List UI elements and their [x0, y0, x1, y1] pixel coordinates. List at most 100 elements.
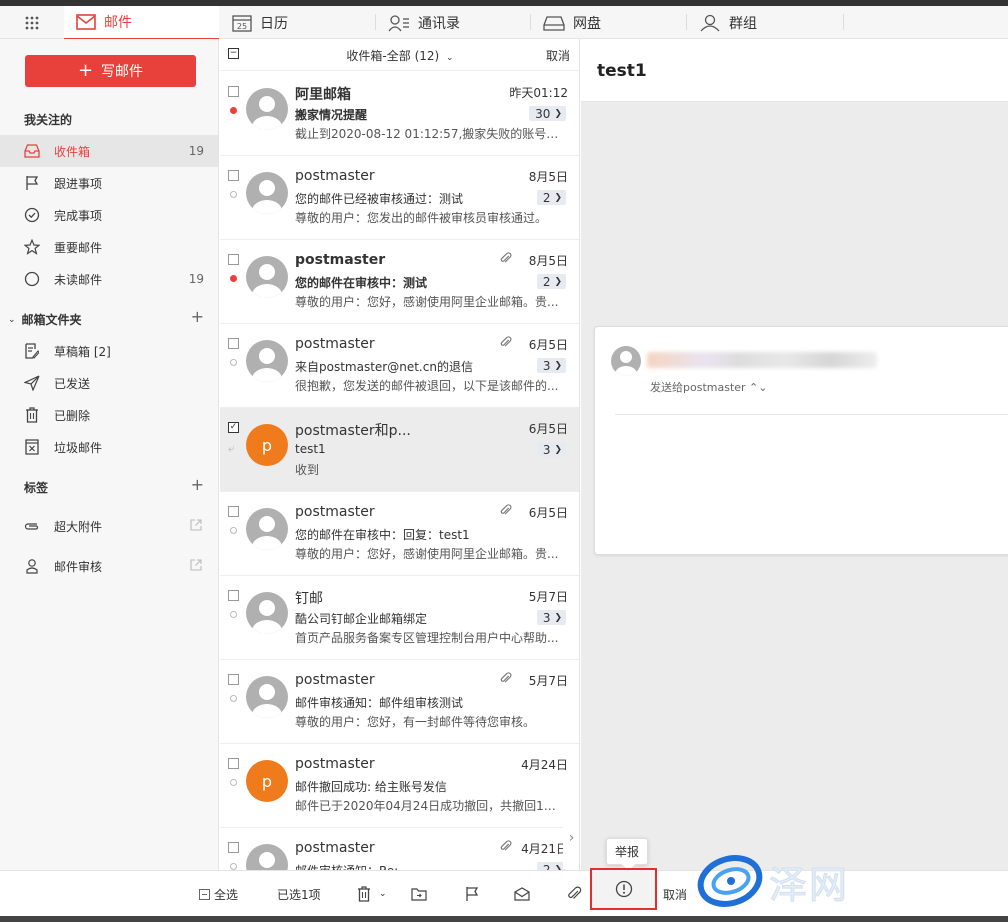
mail-list-item[interactable]: postmaster 8月5日 您的邮件在审核中：测试 2 ❯ 尊敬的用户：您好，感谢使用… — [220, 240, 579, 324]
inbox-icon — [24, 143, 40, 159]
sidebar-item-label: 超大附件 — [54, 519, 103, 534]
sidebar-item-label: 已删除 — [54, 408, 91, 423]
mail-list-item[interactable]: postmaster 6月5日 来自postmaster@net.cn的退信 3 ❯ 很抱… — [220, 324, 579, 408]
read-dot-icon[interactable] — [230, 863, 237, 870]
sidebar-item-follow-up[interactable]: 跟进事项 — [0, 167, 218, 199]
attachment-button[interactable] — [566, 871, 582, 917]
mail-list-item[interactable]: postmaster 5月7日 邮件审核通知：邮件组审核测试 尊敬的用户：您好，有一封… — [220, 660, 579, 744]
sidebar-item-large-attachment[interactable]: 超大附件 — [0, 510, 218, 542]
tab-calendar[interactable]: 25 日历 — [232, 6, 288, 39]
tab-drive-label: 网盘 — [573, 15, 601, 32]
mail-sender: postmaster和p... — [295, 423, 411, 439]
read-dot-icon[interactable] — [230, 527, 237, 534]
chevron-down-icon[interactable]: ⌄ — [379, 889, 387, 899]
mail-checkbox[interactable] — [228, 506, 239, 517]
mail-list-header: − 收件箱-全部 (12) ⌄ 取消 — [220, 39, 579, 71]
apps-grid-icon[interactable] — [0, 6, 64, 39]
unread-dot-icon[interactable] — [230, 275, 237, 282]
mail-list-item[interactable]: postmaster 4月21日邮件审核通知：Re: 2❯ — [220, 828, 579, 870]
mail-preview: 首页产品服务备案专区管理控制台用户中心帮助... — [295, 631, 559, 645]
mail-list-item[interactable]: ✓ ⤶ p postmaster和p... 6月5日 test1 3 ❯ 收到 — [220, 408, 579, 492]
sidebar-item-inbox[interactable]: 收件箱 19 — [0, 135, 218, 167]
tags-section-title: 标签 — [24, 481, 49, 495]
delete-button[interactable]: ⌄ — [357, 871, 387, 917]
tab-group[interactable]: 群组 — [699, 6, 757, 39]
mark-read-button[interactable] — [514, 871, 530, 917]
read-dot-icon[interactable] — [230, 611, 237, 618]
sidebar-item-mail-audit[interactable]: 邮件审核 — [0, 550, 218, 582]
mail-list-item[interactable]: 钉邮 5月7日 酷公司钉邮企业邮箱绑定 3 ❯ 首页产品服务备案专区管理控制台用户中心帮助… — [220, 576, 579, 660]
mail-subject: 邮件审核通知：邮件组审核测试 — [295, 696, 464, 710]
thread-count-badge[interactable]: 2 ❯ — [536, 274, 566, 289]
read-dot-icon[interactable] — [230, 695, 237, 702]
sidebar-item-spam[interactable]: 垃圾邮件 — [0, 431, 218, 463]
sidebar-item-done[interactable]: 完成事项 — [0, 199, 218, 231]
sidebar-item-deleted[interactable]: 已删除 — [0, 399, 218, 431]
sidebar-item-sent[interactable]: 已发送 — [0, 367, 218, 399]
sidebar-item-drafts[interactable]: 草稿箱 [2] — [0, 335, 218, 367]
mail-checkbox[interactable] — [228, 86, 239, 97]
flag-button[interactable] — [465, 871, 479, 917]
folders-section-toggle[interactable]: ⌄ 邮箱文件夹 — [8, 311, 82, 328]
thread-count-badge[interactable]: 30 ❯ — [529, 106, 566, 121]
plus-icon: + — [77, 60, 94, 81]
thread-count-badge[interactable]: 3 ❯ — [536, 358, 566, 373]
envelope-open-icon — [514, 887, 530, 901]
sidebar-item-unread[interactable]: 未读邮件 19 — [0, 263, 218, 295]
watermark-logo: 泽网 — [697, 848, 867, 914]
mail-checkbox[interactable] — [228, 590, 239, 601]
nav-separator — [375, 14, 376, 30]
mail-checkbox[interactable]: ✓ — [228, 422, 239, 433]
sidebar-item-label: 收件箱 — [54, 144, 91, 159]
thread-count-badge[interactable]: 3 ❯ — [536, 610, 566, 625]
nav-separator — [843, 14, 844, 30]
cancel-selection-button[interactable]: 取消 — [546, 47, 570, 64]
mail-sender: postmaster — [295, 336, 375, 352]
read-dot-icon[interactable] — [230, 779, 237, 786]
mail-checkbox[interactable] — [228, 758, 239, 769]
mail-checkbox[interactable] — [228, 674, 239, 685]
thread-count-badge[interactable]: 2 ❯ — [536, 190, 566, 205]
thread-count-badge[interactable]: 3 ❯ — [536, 442, 566, 457]
add-folder-button[interactable]: + — [191, 307, 204, 326]
mail-list-item[interactable]: p postmaster 4月24日 邮件撤回成功: 给主账号发信 邮件已于2020年0… — [220, 744, 579, 828]
mail-checkbox[interactable] — [228, 842, 239, 853]
mail-preview: 截止到2020-08-12 01:12:57,搬家失败的账号数：... — [295, 127, 565, 141]
mail-list-item[interactable]: postmaster 8月5日 您的邮件已经被审核通过：测试 2 ❯ 尊敬的用户：您发出的… — [220, 156, 579, 240]
sidebar-item-label: 已发送 — [54, 376, 91, 391]
read-dot-icon[interactable] — [230, 359, 237, 366]
collapse-reader-arrow-icon[interactable]: › — [563, 807, 579, 869]
compose-button[interactable]: + 写邮件 — [25, 55, 196, 87]
mail-checkbox[interactable] — [228, 254, 239, 265]
move-to-folder-button[interactable] — [411, 871, 427, 917]
folder-filter-dropdown[interactable]: 收件箱-全部 (12) ⌄ — [220, 47, 579, 64]
drive-icon — [543, 15, 565, 31]
mail-checkbox[interactable] — [228, 338, 239, 349]
read-dot-icon[interactable] — [230, 191, 237, 198]
sender-avatar — [246, 676, 288, 718]
sidebar-item-important[interactable]: 重要邮件 — [0, 231, 218, 263]
attachment-icon — [24, 518, 40, 534]
external-link-icon[interactable] — [190, 558, 202, 574]
mail-subject: 您的邮件在审核中：回复：test1 — [295, 528, 470, 542]
select-all-button[interactable]: 全选 — [199, 871, 238, 917]
mail-checkbox[interactable] — [228, 170, 239, 181]
add-tag-button[interactable]: + — [191, 475, 204, 494]
tab-mail[interactable]: 邮件 — [64, 6, 219, 40]
avatar-initial: p — [261, 771, 273, 791]
unread-dot-icon[interactable] — [230, 107, 237, 114]
cancel-button[interactable]: 取消 — [663, 871, 687, 917]
external-link-icon[interactable] — [190, 518, 202, 534]
tab-contacts[interactable]: 通讯录 — [388, 6, 460, 39]
svg-text:25: 25 — [237, 22, 247, 31]
thread-count-badge[interactable]: 2 ❯ — [536, 862, 566, 870]
mail-list-item[interactable]: 阿里邮箱 昨天01:12 搬家情况提醒 30 ❯ 截止到2020-08-12 01:12:… — [220, 72, 579, 156]
mail-sender: postmaster — [295, 504, 375, 520]
report-button[interactable] — [590, 868, 657, 910]
report-tooltip: 举报 — [606, 838, 648, 865]
circle-icon — [24, 271, 40, 287]
mail-list-item[interactable]: postmaster 6月5日 您的邮件在审核中：回复：test1 尊敬的用户：您好，… — [220, 492, 579, 576]
mail-date: 4月21日 — [521, 842, 568, 856]
recipient-toggle[interactable]: 发送给postmaster ⌃⌄ — [650, 379, 767, 395]
tab-drive[interactable]: 网盘 — [543, 6, 601, 39]
